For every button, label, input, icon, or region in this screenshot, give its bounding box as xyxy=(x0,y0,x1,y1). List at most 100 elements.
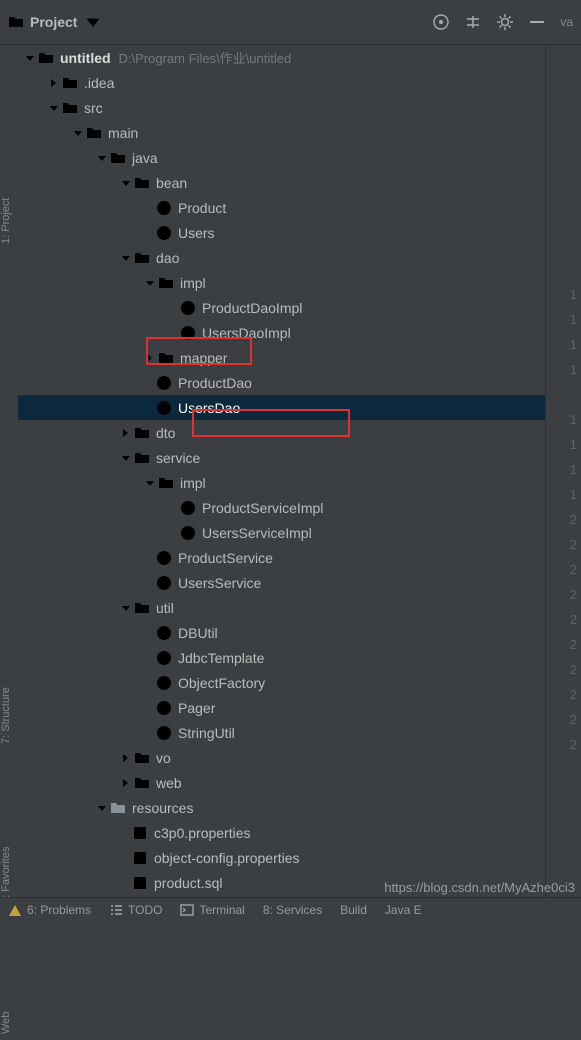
bottom-services[interactable]: 8: Services xyxy=(263,903,322,917)
folder-icon xyxy=(62,100,78,116)
resources-folder-icon xyxy=(110,800,126,816)
tree-item-main[interactable]: main xyxy=(18,120,580,145)
tree-item-dto[interactable]: dto xyxy=(18,420,580,445)
tree-item-productservice[interactable]: ProductService xyxy=(18,545,580,570)
chevron-down-icon[interactable] xyxy=(72,127,84,139)
tree-item-usersservice[interactable]: UsersService xyxy=(18,570,580,595)
tree-item-c3p0[interactable]: c3p0.properties xyxy=(18,820,580,845)
gear-icon[interactable] xyxy=(496,13,514,31)
tree-item-web[interactable]: web xyxy=(18,770,580,795)
tree-item-src[interactable]: src xyxy=(18,95,580,120)
tree-item-usersdaoimpl[interactable]: UsersDaoImpl xyxy=(18,320,580,345)
chevron-down-icon[interactable] xyxy=(120,452,132,464)
project-dropdown[interactable]: Project xyxy=(8,12,103,32)
package-icon xyxy=(134,750,150,766)
package-icon xyxy=(158,350,174,366)
package-icon xyxy=(134,600,150,616)
sql-file-icon xyxy=(132,875,148,891)
class-icon xyxy=(156,700,172,716)
interface-icon xyxy=(156,550,172,566)
tree-item-productserviceimpl[interactable]: ProductServiceImpl xyxy=(18,495,580,520)
sidebar-tab-web[interactable]: Web xyxy=(0,840,18,1040)
tree-item-usersdao[interactable]: UsersDao xyxy=(18,395,580,420)
tree-item-service[interactable]: service xyxy=(18,445,580,470)
chevron-down-icon[interactable] xyxy=(48,102,60,114)
tree-item-idea[interactable]: .idea xyxy=(18,70,580,95)
class-icon xyxy=(156,200,172,216)
package-icon xyxy=(134,450,150,466)
toolbar-right-text: va xyxy=(560,15,573,29)
interface-icon xyxy=(156,400,172,416)
tree-item-objectfactory[interactable]: ObjectFactory xyxy=(18,670,580,695)
package-icon xyxy=(134,775,150,791)
module-icon xyxy=(38,50,54,66)
sidebar-tab-project[interactable]: 1: Project xyxy=(0,50,18,250)
bottom-javae[interactable]: Java E xyxy=(385,903,422,917)
tree-item-resources[interactable]: resources xyxy=(18,795,580,820)
tree-item-productdao[interactable]: ProductDao xyxy=(18,370,580,395)
project-label: Project xyxy=(30,14,77,30)
chevron-right-icon[interactable] xyxy=(48,77,60,89)
tree-item-dao[interactable]: dao xyxy=(18,245,580,270)
interface-icon xyxy=(156,575,172,591)
chevron-right-icon[interactable] xyxy=(120,777,132,789)
bottom-build[interactable]: Build xyxy=(340,903,367,917)
tree-item-dao-impl[interactable]: impl xyxy=(18,270,580,295)
package-icon xyxy=(158,275,174,291)
class-icon xyxy=(156,650,172,666)
chevron-down-icon[interactable] xyxy=(120,252,132,264)
class-icon xyxy=(156,675,172,691)
chevron-down-icon[interactable] xyxy=(120,177,132,189)
minimize-icon[interactable] xyxy=(528,13,546,31)
bottom-todo[interactable]: TODO xyxy=(109,903,162,917)
project-icon xyxy=(8,14,24,30)
class-icon xyxy=(180,500,196,516)
properties-file-icon xyxy=(132,850,148,866)
properties-file-icon xyxy=(132,825,148,841)
bottom-toolbar: 6: Problems TODO Terminal 8: Services Bu… xyxy=(0,897,581,921)
package-icon xyxy=(134,250,150,266)
class-icon xyxy=(180,525,196,541)
tree-item-objectconfig[interactable]: object-config.properties xyxy=(18,845,580,870)
chevron-down-icon[interactable] xyxy=(144,477,156,489)
interface-icon xyxy=(156,375,172,391)
chevron-down-icon[interactable] xyxy=(120,602,132,614)
tree-item-usersserviceimpl[interactable]: UsersServiceImpl xyxy=(18,520,580,545)
bottom-problems[interactable]: 6: Problems xyxy=(8,903,91,917)
list-icon xyxy=(109,903,123,917)
chevron-right-icon[interactable] xyxy=(144,352,156,364)
chevron-right-icon[interactable] xyxy=(120,752,132,764)
tree-item-java[interactable]: java xyxy=(18,145,580,170)
tree-item-pager[interactable]: Pager xyxy=(18,695,580,720)
chevron-right-icon[interactable] xyxy=(120,427,132,439)
target-icon[interactable] xyxy=(432,13,450,31)
tree-item-product[interactable]: Product xyxy=(18,195,580,220)
tree-item-util[interactable]: util xyxy=(18,595,580,620)
warning-icon xyxy=(8,903,22,917)
tree-item-dbutil[interactable]: DBUtil xyxy=(18,620,580,645)
tree-item-users[interactable]: Users xyxy=(18,220,580,245)
tree-root[interactable]: untitledD:\Program Files\作业\untitled xyxy=(18,45,580,70)
tree-item-mapper[interactable]: mapper xyxy=(18,345,580,370)
chevron-down-icon[interactable] xyxy=(96,802,108,814)
chevron-down-icon[interactable] xyxy=(144,277,156,289)
collapse-icon[interactable] xyxy=(464,13,482,31)
class-icon xyxy=(156,725,172,741)
project-toolbar: Project va xyxy=(0,0,581,45)
watermark: https://blog.csdn.net/MyAzhe0ci3 xyxy=(384,880,575,895)
tree-item-service-impl[interactable]: impl xyxy=(18,470,580,495)
bottom-terminal[interactable]: Terminal xyxy=(180,903,244,917)
folder-icon xyxy=(62,75,78,91)
chevron-down-icon[interactable] xyxy=(24,52,36,64)
dropdown-icon xyxy=(83,12,103,32)
class-icon xyxy=(180,300,196,316)
class-icon xyxy=(156,225,172,241)
tree-item-vo[interactable]: vo xyxy=(18,745,580,770)
tree-item-productdaoimpl[interactable]: ProductDaoImpl xyxy=(18,295,580,320)
tree-item-bean[interactable]: bean xyxy=(18,170,580,195)
project-tree: untitledD:\Program Files\作业\untitled .id… xyxy=(18,45,581,897)
tree-item-stringutil[interactable]: StringUtil xyxy=(18,720,580,745)
source-folder-icon xyxy=(110,150,126,166)
tree-item-jdbctemplate[interactable]: JdbcTemplate xyxy=(18,645,580,670)
chevron-down-icon[interactable] xyxy=(96,152,108,164)
